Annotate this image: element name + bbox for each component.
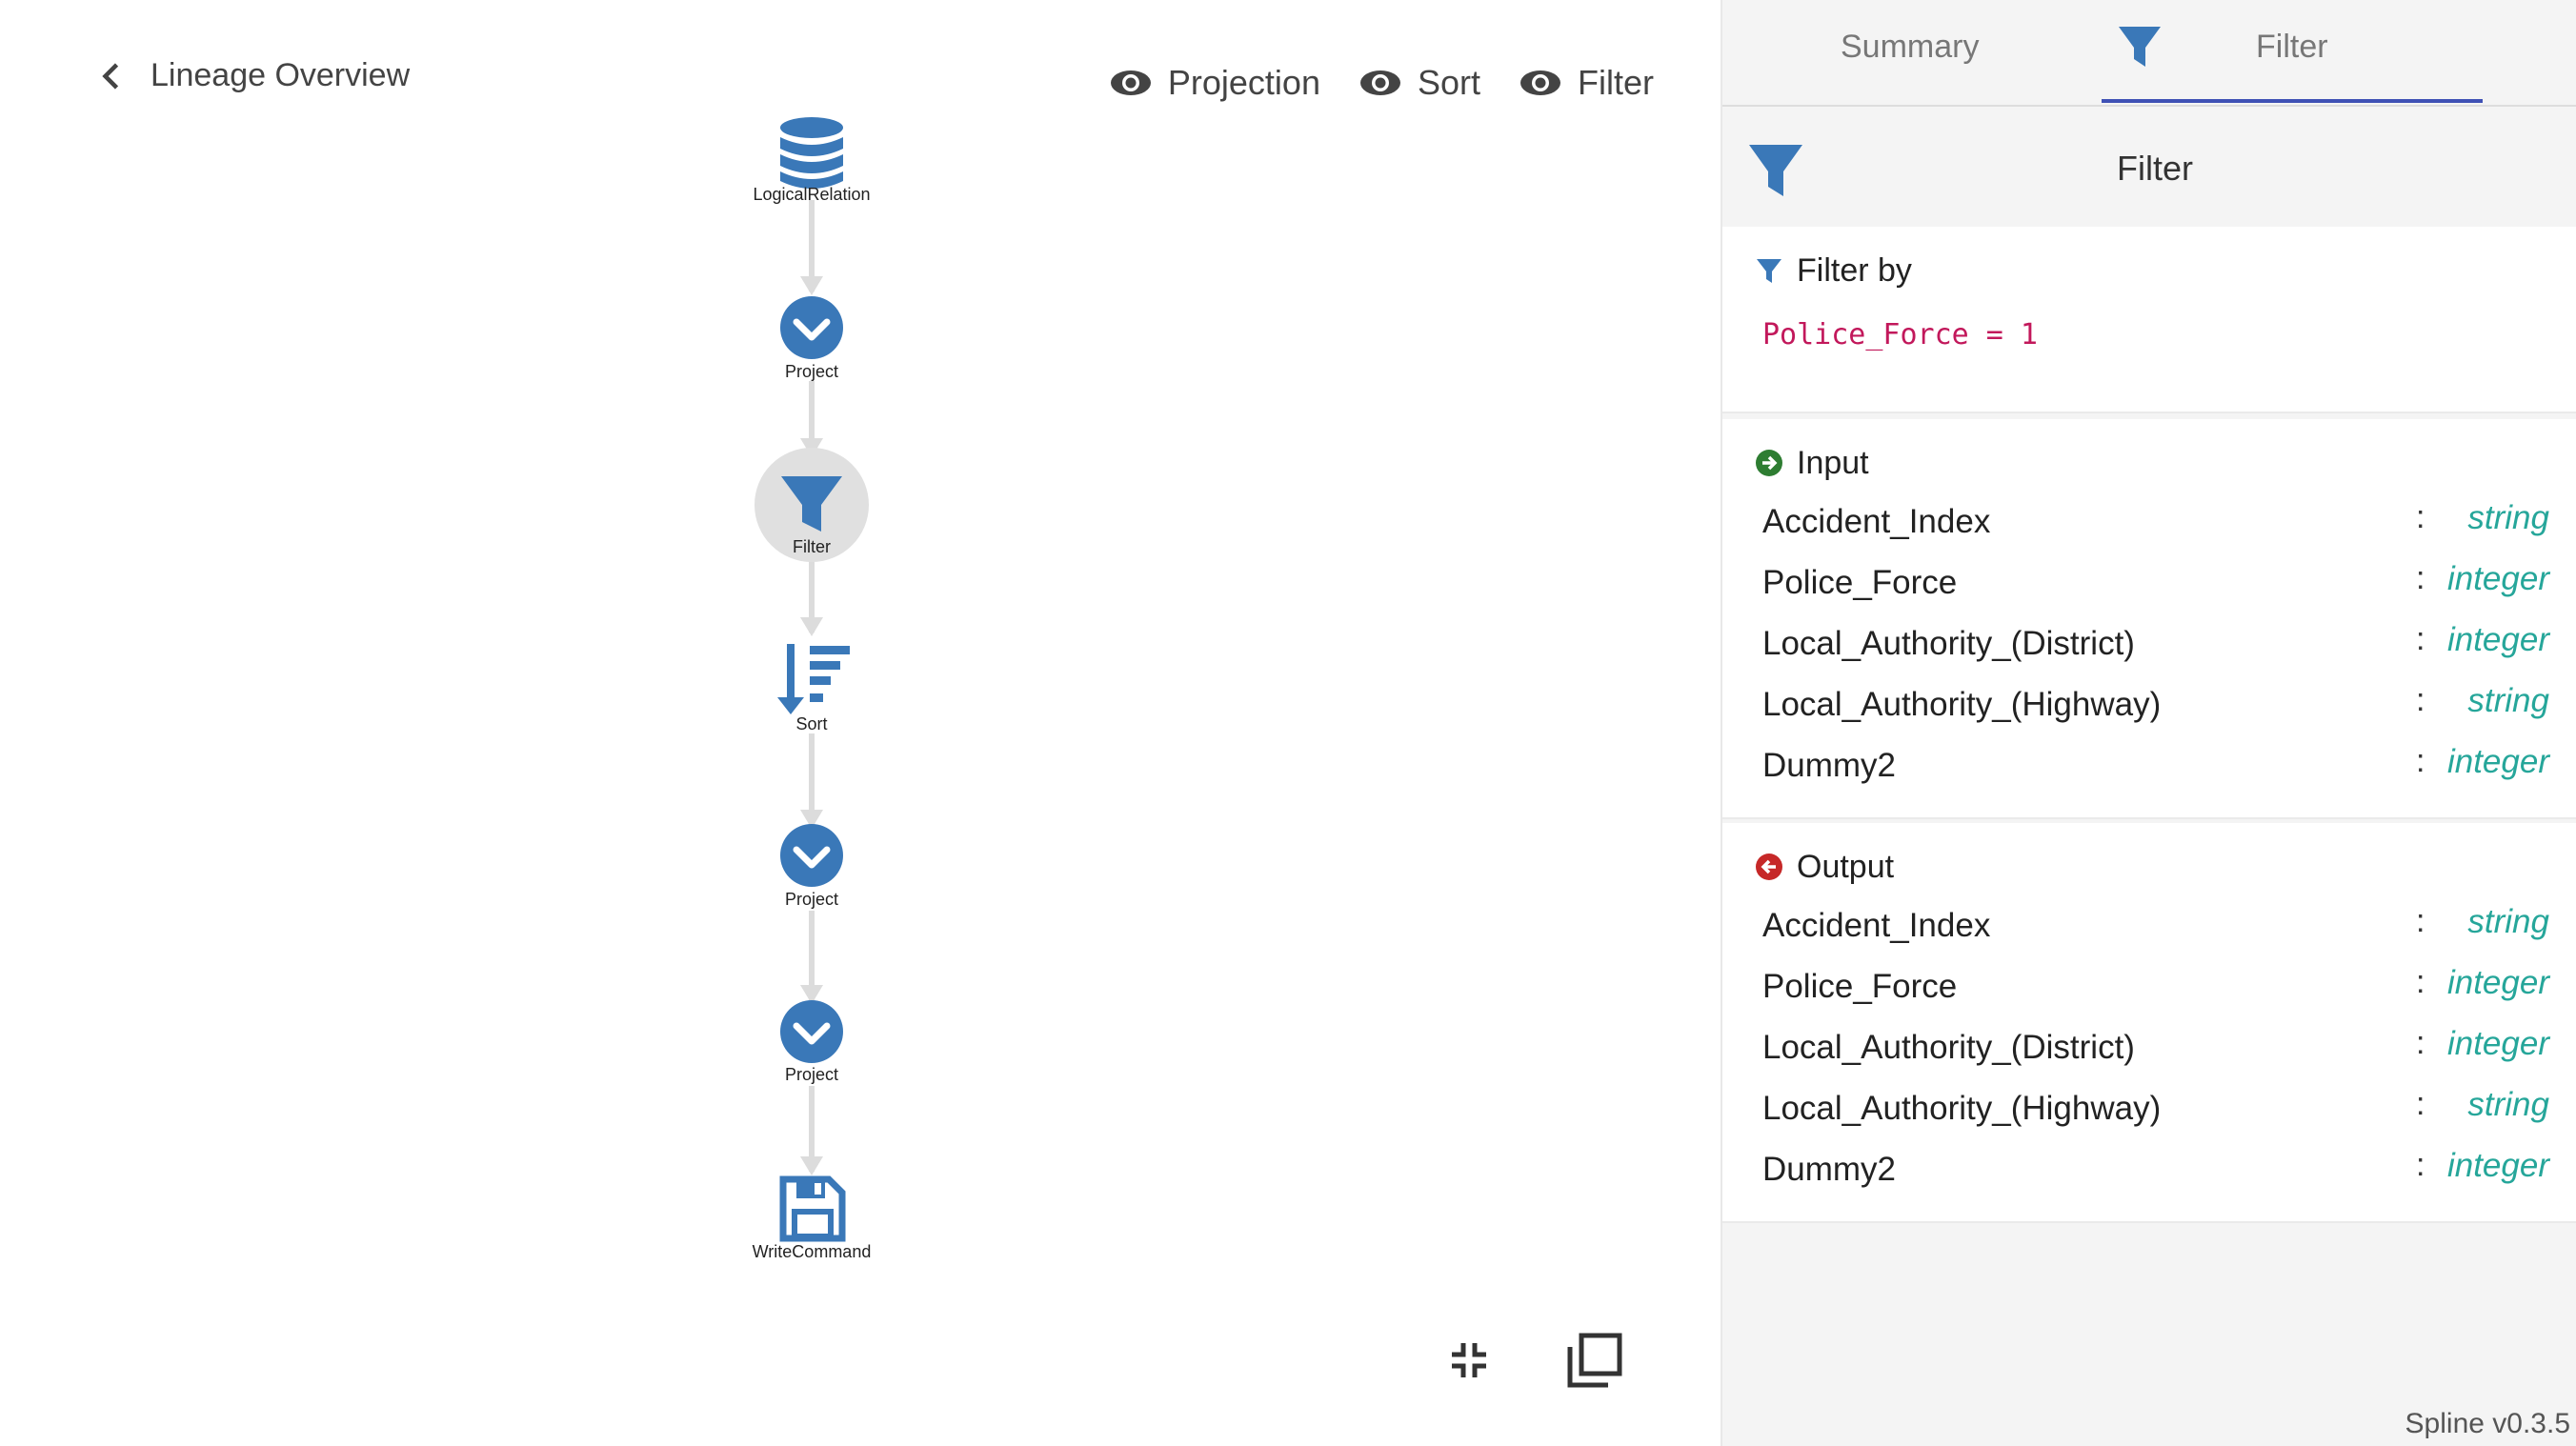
filter-icon <box>1749 145 1802 196</box>
node-label: Project <box>785 1065 838 1084</box>
attribute-type: integer <box>2446 621 2549 658</box>
filter-by-title: Filter by <box>1797 251 1912 289</box>
attribute-row: Accident_Index : string <box>1755 894 2576 954</box>
copy-button[interactable] <box>1564 1330 1625 1391</box>
copy-icon <box>1567 1333 1622 1388</box>
attribute-type: string <box>2467 682 2549 719</box>
node-label: LogicalRelation <box>753 185 870 204</box>
node-label: Sort <box>795 714 827 733</box>
attribute-type: string <box>2467 903 2549 940</box>
attribute-type: integer <box>2446 560 2549 597</box>
attribute-separator: : <box>2416 1086 2425 1122</box>
tab-summary[interactable]: Summary <box>1841 29 1979 66</box>
attribute-name: Local_Authority_(District) <box>1762 1029 2135 1066</box>
database-icon <box>780 117 843 189</box>
filter-expression: Police_Force = 1 <box>1762 318 2038 351</box>
attribute-row: Police_Force : integer <box>1755 551 2576 612</box>
attribute-separator: : <box>2416 964 2425 1000</box>
chevron-circle-icon <box>780 296 843 359</box>
attribute-type: string <box>2467 499 2549 536</box>
attribute-separator: : <box>2416 682 2425 718</box>
attribute-separator: : <box>2416 560 2425 596</box>
attribute-type: integer <box>2446 1025 2549 1062</box>
operation-header: Filter <box>1722 107 2576 227</box>
attribute-separator: : <box>2416 743 2425 779</box>
graph-node-project[interactable]: Project <box>780 296 843 381</box>
attribute-type: integer <box>2446 964 2549 1001</box>
output-attributes-card: Output Accident_Index : string Police_Fo… <box>1722 823 2576 1223</box>
attribute-name: Local_Authority_(Highway) <box>1762 686 2162 723</box>
attribute-separator: : <box>2416 1025 2425 1061</box>
attribute-name: Dummy2 <box>1762 747 1897 784</box>
node-label: Project <box>785 362 838 381</box>
graph-node-sort[interactable]: Sort <box>777 644 850 733</box>
tab-filter[interactable]: Filter <box>2256 29 2328 66</box>
attribute-separator: : <box>2416 499 2425 535</box>
output-title: Output <box>1797 848 1895 885</box>
arrow-left-circle-icon <box>1756 854 1782 880</box>
attribute-row: Local_Authority_(District) : integer <box>1755 1015 2576 1076</box>
filter-icon[interactable] <box>2115 21 2164 70</box>
lineage-graph-pane: Lineage Overview Projection Sort Filter <box>0 0 1717 1446</box>
output-title-row: Output <box>1755 823 2576 894</box>
attribute-type: integer <box>2446 1147 2549 1184</box>
version-label: Spline v0.3.5 <box>2405 1408 2570 1439</box>
graph-node-write-command[interactable]: WriteCommand <box>753 1175 872 1261</box>
graph-node-project[interactable]: Project <box>780 1000 843 1084</box>
attribute-row: Local_Authority_(District) : integer <box>1755 612 2576 673</box>
collapse-icon <box>1452 1343 1486 1377</box>
attribute-separator: : <box>2416 903 2425 939</box>
lineage-diagram: LogicalRelation Project Filter Sort Proj… <box>753 117 872 1261</box>
attribute-separator: : <box>2416 1147 2425 1183</box>
operation-title: Filter <box>2117 149 2193 188</box>
active-tab-indicator <box>2102 99 2483 103</box>
attribute-name: Police_Force <box>1762 564 1958 601</box>
sort-icon <box>777 644 850 714</box>
attribute-row: Local_Authority_(Highway) : string <box>1755 1076 2576 1137</box>
attribute-row: Police_Force : integer <box>1755 954 2576 1015</box>
attribute-name: Accident_Index <box>1762 503 1991 540</box>
input-title: Input <box>1797 444 1869 481</box>
graph-node-logical-relation[interactable]: LogicalRelation <box>753 117 871 204</box>
graph-node-project[interactable]: Project <box>780 824 843 909</box>
attribute-type: string <box>2467 1086 2549 1123</box>
attribute-name: Dummy2 <box>1762 1151 1897 1188</box>
filter-by-title-row: Filter by <box>1755 227 2576 297</box>
attribute-row: Dummy2 : integer <box>1755 733 2576 794</box>
panel-tabs: Summary Filter <box>1722 0 2576 107</box>
save-icon <box>779 1175 846 1242</box>
input-attributes-card: Input Accident_Index : string Police_For… <box>1722 419 2576 819</box>
attribute-separator: : <box>2416 621 2425 657</box>
attribute-row: Accident_Index : string <box>1755 490 2576 551</box>
chevron-circle-icon <box>780 824 843 887</box>
node-label: WriteCommand <box>753 1242 872 1261</box>
collapse-button[interactable] <box>1439 1330 1499 1391</box>
details-panel: Summary Filter Filter Filter by Police_F… <box>1721 0 2576 1446</box>
filter-icon <box>1757 259 1781 283</box>
graph-node-filter-selected[interactable]: Filter <box>755 448 869 562</box>
node-label: Filter <box>793 537 831 556</box>
node-label: Project <box>785 890 838 909</box>
arrow-right-circle-icon <box>1756 450 1782 476</box>
attribute-type: integer <box>2446 743 2549 780</box>
attribute-row: Local_Authority_(Highway) : string <box>1755 673 2576 733</box>
graph-tools <box>1439 1330 1625 1391</box>
input-title-row: Input <box>1755 419 2576 490</box>
chevron-circle-icon <box>780 1000 843 1063</box>
attribute-row: Dummy2 : integer <box>1755 1137 2576 1198</box>
filter-by-card: Filter by Police_Force = 1 <box>1722 227 2576 413</box>
attribute-name: Accident_Index <box>1762 907 1991 944</box>
attribute-name: Local_Authority_(Highway) <box>1762 1090 2162 1127</box>
attribute-name: Local_Authority_(District) <box>1762 625 2135 662</box>
attribute-name: Police_Force <box>1762 968 1958 1005</box>
